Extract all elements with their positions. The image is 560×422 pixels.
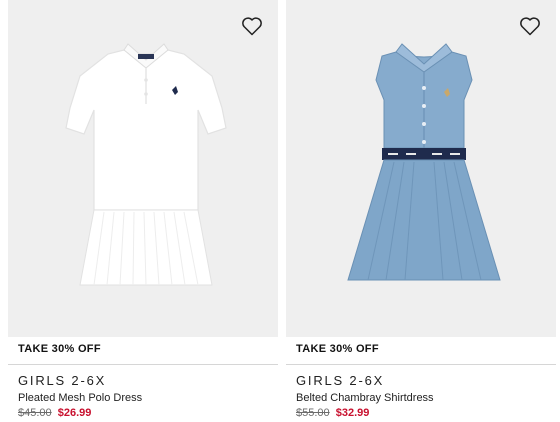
product-card[interactable]: TAKE 30% OFF GIRLS 2-6X Belted Chambray …: [286, 0, 556, 422]
divider: [8, 364, 278, 365]
divider: [286, 364, 556, 365]
heart-outline-icon[interactable]: [240, 14, 264, 38]
product-card[interactable]: TAKE 30% OFF GIRLS 2-6X Pleated Mesh Pol…: [8, 0, 278, 422]
white-polo-dress-image: [65, 43, 227, 286]
original-price: $55.00: [296, 407, 330, 419]
price-block: $55.00 $32.99: [296, 407, 369, 419]
promo-label: TAKE 30% OFF: [18, 343, 101, 355]
product-image[interactable]: [286, 0, 556, 337]
product-category: GIRLS 2-6X: [296, 373, 385, 388]
product-grid: TAKE 30% OFF GIRLS 2-6X Pleated Mesh Pol…: [8, 0, 560, 422]
sale-price: $26.99: [57, 407, 92, 419]
product-name-link[interactable]: Pleated Mesh Polo Dress: [18, 392, 142, 404]
heart-outline-icon[interactable]: [518, 14, 542, 38]
sale-price: $32.99: [335, 407, 370, 419]
chambray-shirtdress-image: [347, 43, 501, 281]
product-name-link[interactable]: Belted Chambray Shirtdress: [296, 392, 434, 404]
original-price: $45.00: [18, 407, 52, 419]
price-block: $45.00 $26.99: [18, 407, 91, 419]
promo-label: TAKE 30% OFF: [296, 343, 379, 355]
product-category: GIRLS 2-6X: [18, 373, 107, 388]
product-image[interactable]: [8, 0, 278, 337]
